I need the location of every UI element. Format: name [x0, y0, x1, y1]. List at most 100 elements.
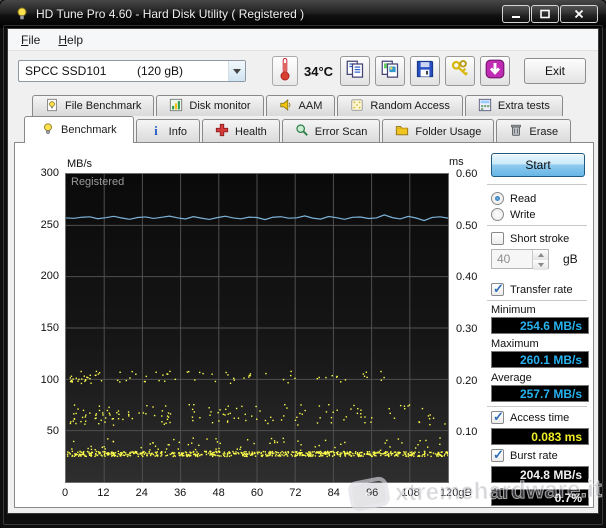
thermometer-icon [277, 57, 293, 86]
checkbox-icon[interactable] [491, 449, 504, 462]
tick-label: 120gB [440, 487, 470, 499]
chevron-down-icon[interactable] [228, 61, 245, 81]
tick-label: 108 [396, 487, 426, 499]
tab-label: Health [235, 126, 267, 138]
stepper-unit-label: gB [563, 252, 578, 266]
stepper-field[interactable]: 40 [491, 249, 549, 269]
write-radio[interactable]: Write [491, 208, 535, 221]
random-access-icon [350, 98, 364, 115]
tick-label: 100 [21, 374, 59, 386]
read-radio[interactable]: Read [491, 192, 536, 205]
hd-tune-window: HD Tune Pro 4.60 - Hard Disk Utility ( R… [0, 0, 606, 528]
start-button[interactable]: Start [491, 153, 585, 177]
tick-label: 200 [21, 270, 59, 282]
access-time-checkbox[interactable]: Access time [491, 411, 569, 424]
drive-select-dropdown[interactable]: SPCC SSD101 (120 gB) [18, 60, 246, 82]
tab-disk-monitor[interactable]: Disk monitor [156, 95, 263, 116]
tick-label: 36 [165, 487, 195, 499]
tick-label: 84 [319, 487, 349, 499]
keys-button[interactable] [445, 56, 475, 86]
tab-extra-tests[interactable]: Extra tests [465, 95, 563, 116]
burst-rate-checkbox[interactable]: Burst rate [491, 449, 558, 462]
file-benchmark-icon [45, 98, 59, 115]
copy-text-icon [345, 59, 365, 84]
short-stroke-checkbox[interactable]: Short stroke [491, 232, 569, 245]
keys-icon [450, 59, 470, 84]
tick-label: 12 [88, 487, 118, 499]
tab-error-scan[interactable]: Error Scan [282, 119, 381, 143]
minimum-value: 254.6 MB/s [491, 317, 589, 334]
minimize-button[interactable] [502, 5, 530, 23]
tab-label: Folder Usage [415, 126, 481, 138]
tick-label: 0 [50, 487, 80, 499]
tab-label: Disk monitor [189, 100, 250, 112]
thermometer-button[interactable] [272, 56, 298, 86]
stepper-down-button[interactable] [533, 260, 548, 270]
average-value: 257.7 MB/s [491, 385, 589, 402]
tab-file-benchmark[interactable]: File Benchmark [32, 95, 154, 116]
burst-rate-label: Burst rate [510, 450, 558, 462]
transfer-rate-label: Transfer rate [510, 284, 573, 296]
registered-watermark-text: Registered [71, 176, 124, 188]
erase-icon [509, 123, 523, 140]
checkbox-icon[interactable] [491, 232, 504, 245]
tab-info[interactable]: iInfo [136, 119, 200, 143]
tab-folder-usage[interactable]: Folder Usage [382, 119, 494, 143]
drive-size: (120 gB) [137, 64, 228, 78]
short-stroke-label: Short stroke [510, 233, 569, 245]
menu-item-file[interactable]: File [12, 31, 49, 49]
drive-name: SPCC SSD101 [19, 64, 137, 78]
update-download-button[interactable] [480, 56, 510, 86]
exit-button[interactable]: Exit [524, 58, 586, 84]
temperature-value: 34°C [304, 64, 333, 79]
tab-random-access[interactable]: Random Access [337, 95, 462, 116]
tick-label: 0.40 [456, 271, 477, 283]
tick-label: 0.20 [456, 375, 477, 387]
maximum-label: Maximum [491, 338, 539, 350]
menu-bar: FileHelp [8, 29, 598, 51]
radio-icon[interactable] [491, 208, 504, 221]
separator [487, 225, 587, 227]
tab-aam[interactable]: AAM [266, 95, 336, 116]
maximize-button[interactable] [531, 5, 559, 23]
checkbox-icon[interactable] [491, 411, 504, 424]
tab-label: Info [169, 126, 187, 138]
y-axis-right-title: ms [449, 156, 464, 168]
tick-label: 24 [127, 487, 157, 499]
checkbox-icon[interactable] [491, 283, 504, 296]
tab-erase[interactable]: Erase [496, 119, 571, 143]
separator [487, 406, 587, 408]
copy-text-button[interactable] [340, 56, 370, 86]
copy-image-icon [380, 59, 400, 84]
cpu-usage-value: 0.7% [491, 489, 589, 506]
tick-label: 60 [242, 487, 272, 499]
stepper-value[interactable]: 40 [492, 250, 532, 268]
tick-label: 0.30 [456, 323, 477, 335]
close-button[interactable] [560, 5, 598, 23]
tab-benchmark[interactable]: Benchmark [24, 116, 134, 143]
folder-usage-icon [395, 123, 409, 140]
transfer-rate-checkbox[interactable]: Transfer rate [491, 283, 573, 296]
toolbar-buttons [340, 56, 510, 86]
title-bar[interactable]: HD Tune Pro 4.60 - Hard Disk Utility ( R… [0, 0, 606, 28]
tab-label: Extra tests [498, 100, 550, 112]
tab-health[interactable]: Health [202, 119, 280, 143]
tick-label: 50 [21, 425, 59, 437]
stepper-up-button[interactable] [533, 250, 548, 260]
tick-label: 150 [21, 322, 59, 334]
tick-label: 72 [280, 487, 310, 499]
tab-label: Error Scan [315, 126, 368, 138]
save-button[interactable] [410, 56, 440, 86]
benchmark-chart [65, 173, 449, 483]
aam-icon [279, 98, 293, 115]
copy-image-button[interactable] [375, 56, 405, 86]
separator [487, 300, 587, 302]
tab-strip-primary: BenchmarkiInfo Health Error Scan Folder Usa… [8, 116, 600, 143]
menu-item-help[interactable]: Help [49, 31, 92, 49]
access-time-value: 0.083 ms [491, 428, 589, 445]
radio-icon[interactable] [491, 192, 504, 205]
read-label: Read [510, 193, 536, 205]
window-title: HD Tune Pro 4.60 - Hard Disk Utility ( R… [36, 7, 304, 21]
window-controls [502, 5, 598, 23]
tick-label: 0.10 [456, 426, 477, 438]
